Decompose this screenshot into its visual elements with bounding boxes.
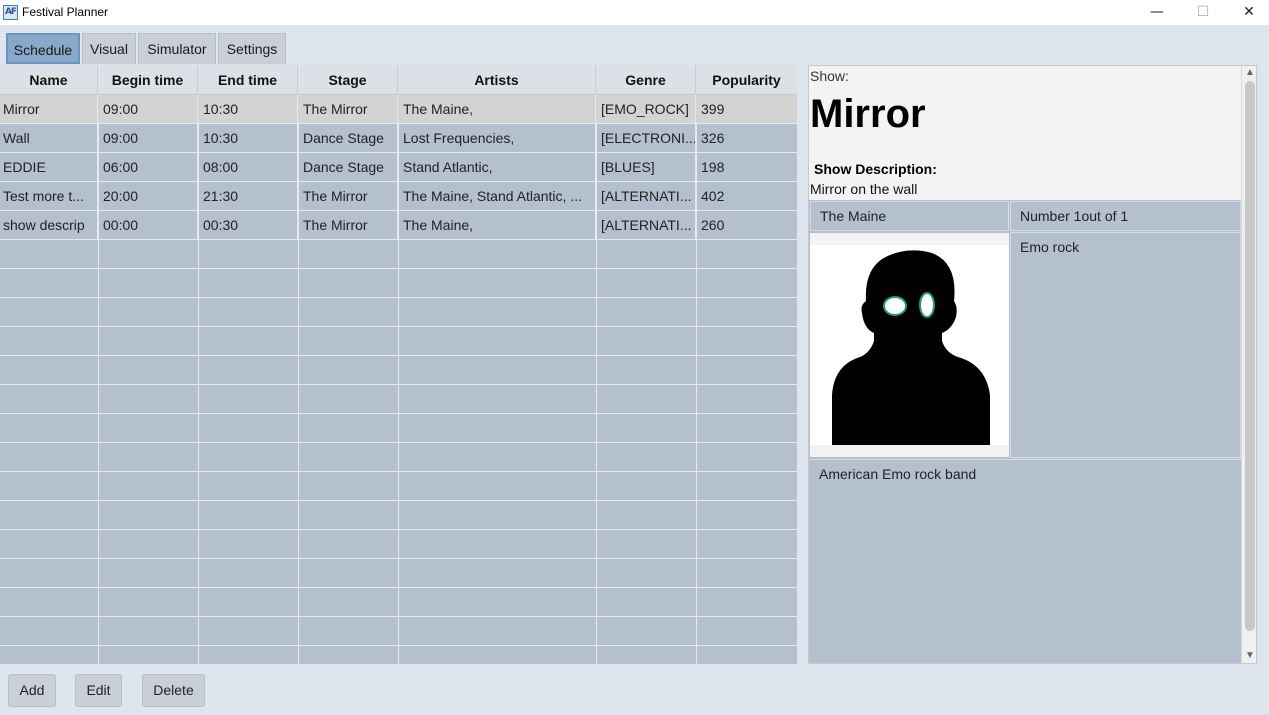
artist-name: The Maine <box>810 201 1009 231</box>
cell-genre: [ALTERNATI... <box>596 182 696 210</box>
artist-portrait <box>810 233 1009 457</box>
cell-popularity: 399 <box>701 101 725 117</box>
tab-simulator[interactable]: Simulator <box>138 33 216 64</box>
delete-button[interactable]: Delete <box>142 674 205 707</box>
cell-end-time: 10:30 <box>198 95 298 123</box>
tab-schedule[interactable]: Schedule <box>6 33 80 64</box>
app-icon: AF <box>3 5 18 20</box>
person-silhouette-icon <box>832 250 990 445</box>
cell-popularity: 402 <box>701 188 725 204</box>
show-title: Mirror <box>810 92 926 136</box>
cell-genre: [BLUES] <box>596 153 696 181</box>
title-bar: AF Festival Planner — ☐ ✕ <box>0 0 1269 25</box>
cell-artists: Stand Atlantic, <box>398 153 596 181</box>
table-row[interactable]: show descrip 00:00 00:30 The Mirror The … <box>0 211 797 240</box>
grid-line <box>0 355 797 356</box>
column-header-stage[interactable]: Stage <box>298 65 398 95</box>
cell-stage: The Mirror <box>298 95 398 123</box>
artist-rank: Number 1out of 1 <box>1010 201 1241 231</box>
window-title: Festival Planner <box>22 5 109 19</box>
maximize-button[interactable]: ☐ <box>1180 0 1226 25</box>
show-detail-panel[interactable]: Show: Mirror Show Description: Mirror on… <box>808 65 1257 664</box>
grid-line <box>0 442 797 443</box>
tab-visual[interactable]: Visual <box>82 33 136 64</box>
column-header-artists[interactable]: Artists <box>398 65 596 95</box>
add-button[interactable]: Add <box>8 674 56 707</box>
cell-artists: The Maine, <box>398 95 596 123</box>
show-description-label: Show Description: <box>814 161 937 177</box>
cell-name: Wall <box>0 124 98 152</box>
column-header-name[interactable]: Name <box>0 65 98 95</box>
table-row[interactable]: Wall 09:00 10:30 Dance Stage Lost Freque… <box>0 124 797 153</box>
cell-popularity: 326 <box>701 130 725 146</box>
grid-line <box>0 471 797 472</box>
cell-begin-time: 20:00 <box>98 182 198 210</box>
cell-name: EDDIE <box>0 153 98 181</box>
cell-end-time: 00:30 <box>198 211 298 239</box>
artist-bio: American Emo rock band <box>810 459 1241 663</box>
column-header-genre[interactable]: Genre <box>596 65 696 95</box>
cell-popularity: 260 <box>701 217 725 233</box>
table-row[interactable]: EDDIE 06:00 08:00 Dance Stage Stand Atla… <box>0 153 797 182</box>
minimize-button[interactable]: — <box>1134 0 1180 25</box>
grid-line <box>0 413 797 414</box>
cell-begin-time: 09:00 <box>98 95 198 123</box>
grid-line <box>0 297 797 298</box>
cell-name: show descrip <box>0 211 98 239</box>
cell-stage: The Mirror <box>298 182 398 210</box>
cell-end-time: 10:30 <box>198 124 298 152</box>
cell-end-time: 08:00 <box>198 153 298 181</box>
cell-begin-time: 06:00 <box>98 153 198 181</box>
cell-artists: The Maine, Stand Atlantic, ... <box>398 182 596 210</box>
cell-popularity: 198 <box>701 159 725 175</box>
grid-line <box>0 529 797 530</box>
show-label: Show: <box>810 68 849 84</box>
grid-line <box>0 645 797 646</box>
scroll-up-icon[interactable]: ▲ <box>1242 66 1256 80</box>
table-header: Name Begin time End time Stage Artists G… <box>0 65 797 95</box>
edit-button[interactable]: Edit <box>75 674 122 707</box>
grid-line <box>0 500 797 501</box>
cell-artists: Lost Frequencies, <box>398 124 596 152</box>
detail-scrollbar[interactable]: ▲ ▼ <box>1241 66 1256 663</box>
cell-begin-time: 09:00 <box>98 124 198 152</box>
cell-name: Test more t... <box>0 182 98 210</box>
grid-line <box>0 587 797 588</box>
table-row[interactable]: Mirror 09:00 10:30 The Mirror The Maine,… <box>0 95 797 124</box>
grid-line <box>0 268 797 269</box>
grid-line <box>0 616 797 617</box>
close-button[interactable]: ✕ <box>1226 0 1269 25</box>
column-header-end-time[interactable]: End time <box>198 65 298 95</box>
tab-bar: Schedule Visual Simulator Settings <box>0 25 1269 64</box>
grid-line <box>0 326 797 327</box>
cell-genre: [ALTERNATI... <box>596 211 696 239</box>
grid-line <box>0 558 797 559</box>
grid-line <box>0 384 797 385</box>
table-row[interactable]: Test more t... 20:00 21:30 The Mirror Th… <box>0 182 797 211</box>
schedule-table[interactable]: Name Begin time End time Stage Artists G… <box>0 65 797 664</box>
cell-begin-time: 00:00 <box>98 211 198 239</box>
cell-genre: [EMO_ROCK] <box>596 95 696 123</box>
show-header: Show: Mirror Show Description: Mirror on… <box>809 66 1241 200</box>
tab-settings[interactable]: Settings <box>218 33 286 64</box>
cell-stage: Dance Stage <box>298 124 398 152</box>
show-description: Mirror on the wall <box>810 181 918 197</box>
scroll-down-icon[interactable]: ▼ <box>1242 649 1256 663</box>
column-header-popularity[interactable]: Popularity <box>696 65 797 95</box>
scroll-thumb[interactable] <box>1245 81 1255 631</box>
cell-name: Mirror <box>0 95 98 123</box>
artist-genre: Emo rock <box>1010 232 1241 458</box>
cell-genre: [ELECTRONI... <box>596 124 696 152</box>
cell-stage: The Mirror <box>298 211 398 239</box>
column-header-begin-time[interactable]: Begin time <box>98 65 198 95</box>
cell-stage: Dance Stage <box>298 153 398 181</box>
cell-artists: The Maine, <box>398 211 596 239</box>
cell-end-time: 21:30 <box>198 182 298 210</box>
